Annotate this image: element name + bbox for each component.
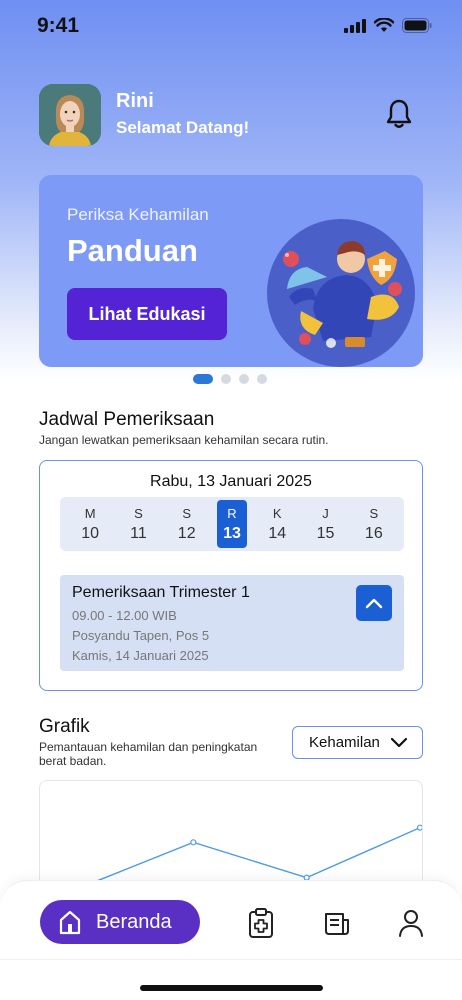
profile-icon[interactable]	[397, 907, 425, 939]
carousel-dot[interactable]	[239, 374, 249, 384]
day-number: 13	[223, 524, 241, 542]
appointment-date: Kamis, 14 Januari 2025	[72, 648, 209, 663]
day-letter: R	[227, 505, 237, 521]
day-letter: M	[84, 505, 96, 521]
appointment-time: 09.00 - 12.00 WIB	[72, 608, 177, 623]
carousel-dot[interactable]	[221, 374, 231, 384]
chart-point[interactable]	[190, 839, 197, 846]
day-item[interactable]: S 11	[120, 500, 156, 548]
schedule-description: Jangan lewatkan pemeriksaan kehamilan se…	[39, 433, 329, 447]
appointment-location: Posyandu Tapen, Pos 5	[72, 628, 210, 643]
schedule-current-date: Rabu, 13 Januari 2025	[150, 473, 312, 490]
day-item-selected[interactable]: R 13	[216, 500, 247, 548]
medical-clipboard-icon[interactable]	[247, 907, 275, 939]
day-number: 16	[364, 524, 383, 542]
schedule-title: Jadwal Pemeriksaan	[39, 409, 215, 430]
day-letter: S	[134, 505, 143, 521]
news-icon[interactable]	[323, 907, 351, 939]
day-number: 11	[130, 524, 147, 542]
health-illustration-icon	[267, 219, 415, 367]
collapse-appointment-button[interactable]	[356, 585, 392, 621]
chevron-up-icon	[365, 598, 383, 609]
nav-home-label: Beranda	[96, 910, 172, 933]
schedule-card: Rabu, 13 Januari 2025 M 10 S 11 S 12 R 13 K 1…	[39, 460, 423, 691]
day-number: 14	[268, 524, 287, 542]
day-letter: J	[322, 505, 329, 521]
education-banner[interactable]: Periksa Kehamilan Panduan Lihat Edukasi	[39, 175, 423, 367]
appointment-title: Pemeriksaan Trimester 1	[72, 584, 250, 601]
chart-point[interactable]	[416, 824, 423, 831]
chart-series-line	[79, 827, 421, 889]
chart-description-line1: Pemantauan kehamilan dan peningkatan	[39, 740, 258, 754]
avatar-portrait-icon	[39, 84, 101, 146]
notification-bell-icon[interactable]	[385, 98, 413, 130]
day-letter: S	[182, 505, 192, 521]
avatar[interactable]	[39, 84, 101, 146]
status-bar: 9:41	[0, 0, 462, 54]
dropdown-value: Kehamilan	[309, 734, 380, 751]
welcome-text: Selamat Datang!	[116, 118, 250, 137]
chevron-down-icon	[390, 737, 408, 748]
carousel-dot[interactable]	[257, 374, 267, 384]
status-icons	[344, 18, 432, 33]
carousel-dot[interactable]	[193, 374, 213, 384]
cellular-signal-icon	[344, 18, 366, 33]
day-number: 15	[316, 524, 335, 542]
chart-type-dropdown[interactable]: Kehamilan	[292, 726, 423, 759]
bottom-nav: Beranda	[0, 880, 462, 1000]
day-letter: K	[272, 505, 282, 521]
user-name: Rini	[116, 90, 154, 112]
appointment-card[interactable]: Pemeriksaan Trimester 1 09.00 - 12.00 WI…	[60, 575, 404, 671]
day-number: 10	[81, 524, 100, 542]
view-education-button[interactable]: Lihat Edukasi	[67, 288, 227, 340]
status-time: 9:41	[37, 14, 80, 37]
chart-description-line2: berat badan.	[39, 754, 107, 768]
day-item[interactable]: J 15	[308, 500, 344, 548]
carousel-indicator	[193, 374, 267, 384]
nav-divider	[0, 959, 462, 960]
wifi-icon	[374, 18, 394, 32]
chart-section-title: Grafik	[39, 716, 90, 737]
day-number: 12	[177, 524, 196, 542]
day-item[interactable]: S 16	[356, 500, 392, 548]
day-item[interactable]: M 10	[72, 500, 108, 548]
nav-home-button[interactable]: Beranda	[40, 900, 200, 944]
header: Rini Selamat Datang!	[39, 84, 423, 146]
home-icon	[59, 910, 81, 935]
banner-subtitle: Periksa Kehamilan	[67, 205, 209, 224]
home-indicator	[140, 985, 323, 991]
day-item[interactable]: K 14	[259, 500, 295, 548]
battery-icon	[402, 18, 432, 33]
day-item[interactable]: S 12	[169, 500, 205, 548]
week-day-strip: M 10 S 11 S 12 R 13 K 14 J 15 S 16	[60, 497, 404, 551]
day-letter: S	[369, 505, 379, 521]
banner-title: Panduan	[67, 233, 198, 268]
